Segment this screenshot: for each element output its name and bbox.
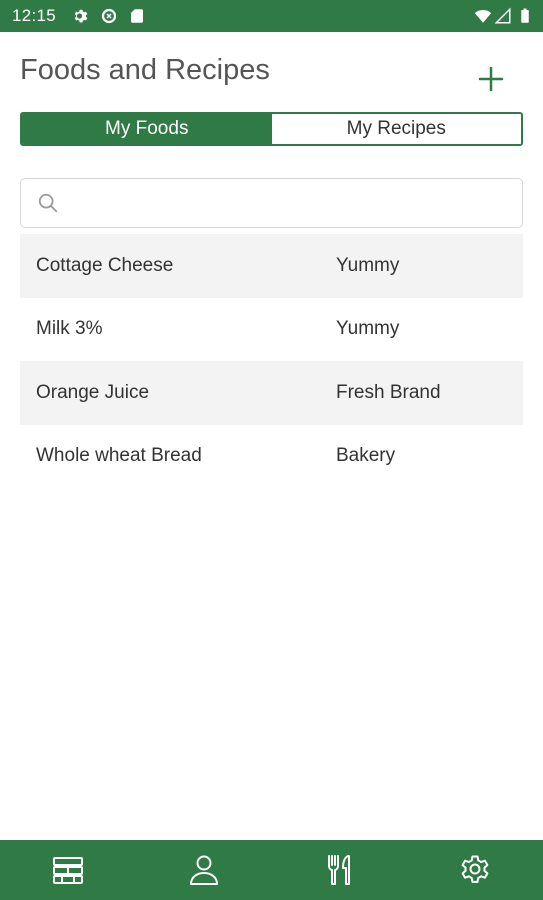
food-brand: Yummy xyxy=(336,254,400,276)
search-input[interactable] xyxy=(69,187,513,221)
sync-icon xyxy=(101,8,117,24)
food-brand: Yummy xyxy=(336,318,400,340)
utensils-icon xyxy=(328,855,351,885)
page-title: Foods and Recipes xyxy=(20,54,270,86)
signal-icon xyxy=(494,7,511,24)
profile-icon xyxy=(189,855,218,885)
food-item-milk[interactable]: Milk 3% Yummy xyxy=(20,298,523,362)
food-item-orange-juice[interactable]: Orange Juice Fresh Brand xyxy=(20,361,523,425)
food-name: Cottage Cheese xyxy=(36,254,174,276)
search-box[interactable] xyxy=(20,178,523,228)
tab-my-recipes[interactable]: My Recipes xyxy=(271,114,521,144)
nav-profile[interactable] xyxy=(174,845,234,895)
nav-settings[interactable] xyxy=(445,845,505,895)
plus-icon[interactable] xyxy=(472,60,510,98)
food-brand: Bakery xyxy=(336,445,396,467)
bottom-nav xyxy=(0,840,543,900)
food-name: Orange Juice xyxy=(36,381,150,403)
food-item-whole-wheat-bread[interactable]: Whole wheat Bread Bakery xyxy=(20,425,523,489)
nav-journal[interactable] xyxy=(38,845,98,895)
food-list: Cottage Cheese Yummy Milk 3% Yummy Orang… xyxy=(20,234,523,488)
foods-recipes-tabs: My Foods My Recipes xyxy=(20,112,523,146)
gear-icon xyxy=(74,9,88,23)
tab-my-foods[interactable]: My Foods xyxy=(22,114,272,144)
food-name: Whole wheat Bread xyxy=(36,445,202,467)
journal-icon xyxy=(52,857,83,884)
status-time: 12:15 xyxy=(12,6,57,25)
food-item-cottage-cheese[interactable]: Cottage Cheese Yummy xyxy=(20,234,523,298)
food-name: Milk 3% xyxy=(36,318,103,340)
battery-icon xyxy=(521,8,529,23)
search-icon xyxy=(38,193,58,213)
wifi-icon xyxy=(474,10,492,23)
sd-card-icon xyxy=(131,9,143,23)
screen: 12:15 Foods and Recipes My Foods My Reci… xyxy=(0,0,543,900)
settings-icon xyxy=(461,855,489,883)
nav-meals[interactable] xyxy=(309,845,369,895)
food-brand: Fresh Brand xyxy=(336,381,441,403)
status-bar: 12:15 xyxy=(0,0,543,32)
